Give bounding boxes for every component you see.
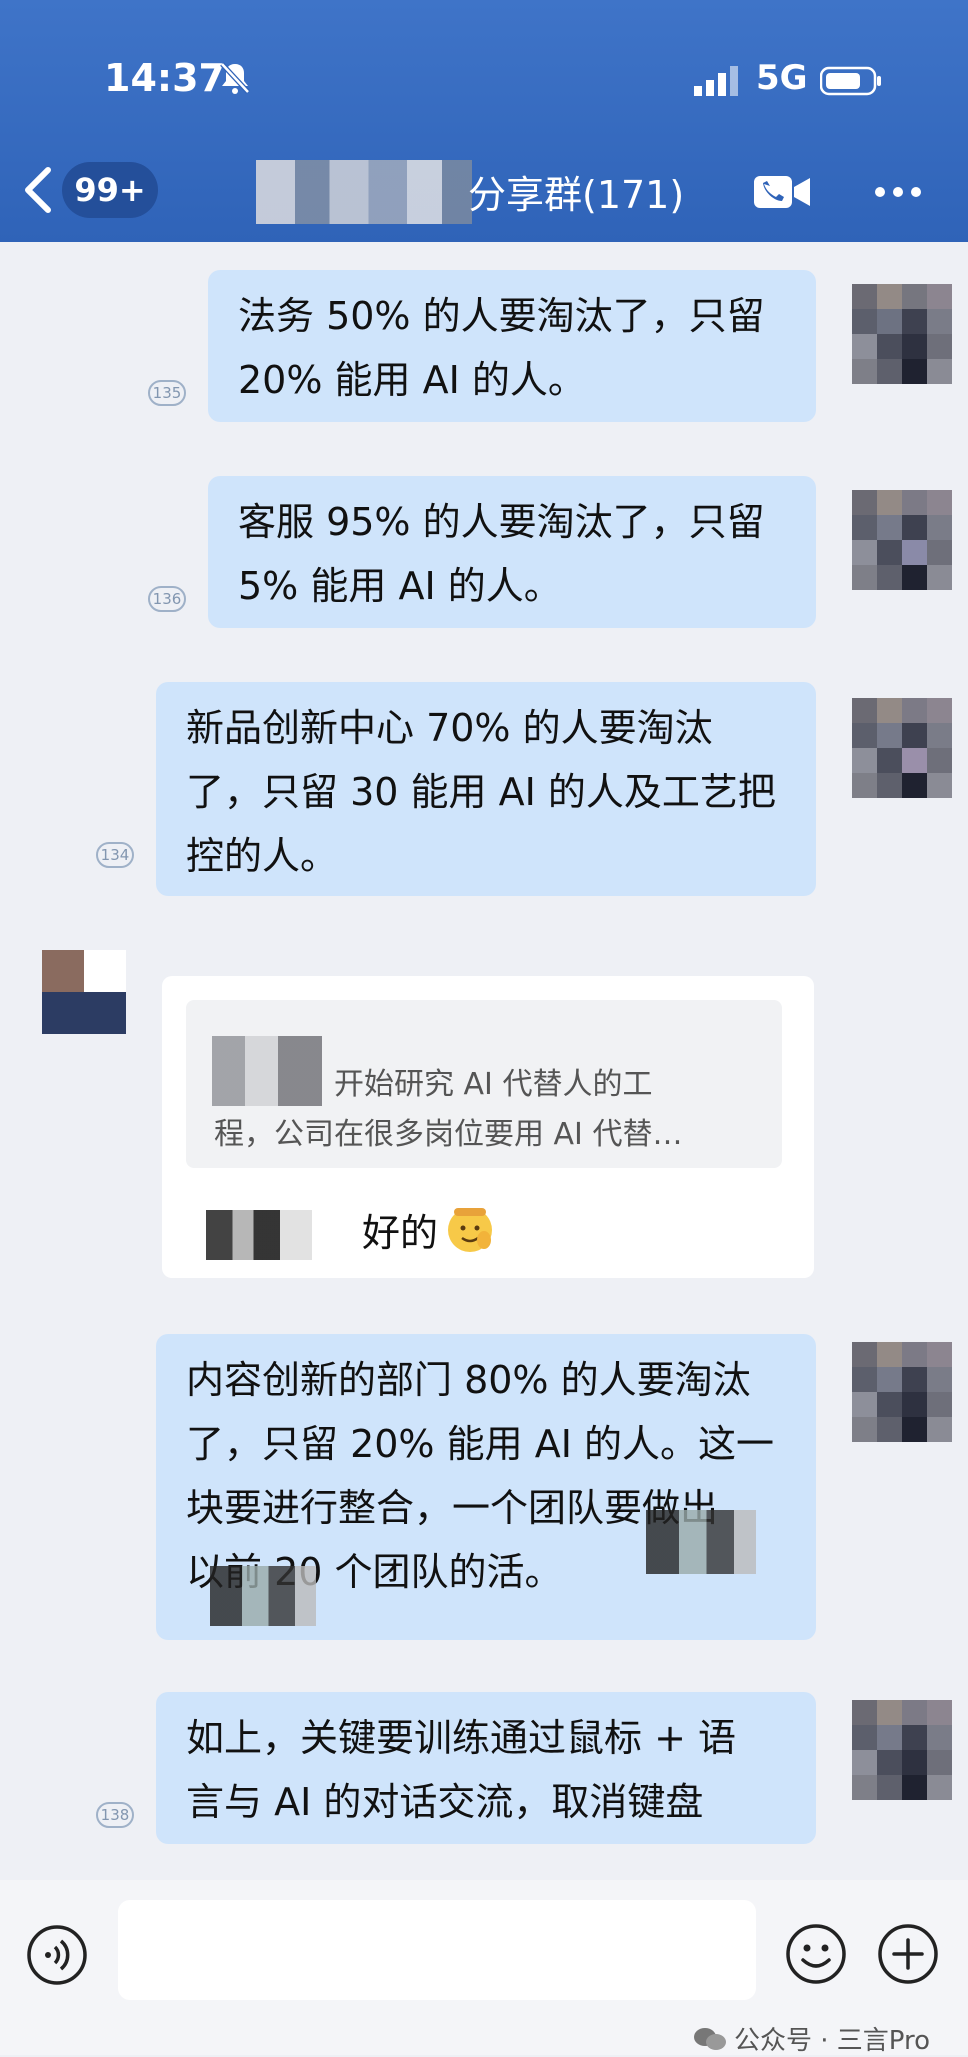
sender-avatar[interactable]: [852, 698, 952, 798]
message-input[interactable]: [118, 1900, 756, 2000]
status-time: 14:37: [104, 56, 225, 100]
message-line: 言与 AI 的对话交流，取消键盘: [186, 1780, 704, 1824]
read-count-badge[interactable]: 135: [148, 380, 186, 406]
message-line: 了，只留 20% 能用 AI 的人。这一: [186, 1422, 774, 1466]
read-count-badge[interactable]: 134: [96, 842, 134, 868]
mention-blur: [206, 1210, 312, 1260]
watermark-text: 公众号 · 三言Pro: [734, 2026, 931, 2056]
message-bubble[interactable]: 法务 50% 的人要淘汰了，只留 20% 能用 AI 的人。: [208, 270, 816, 422]
emoji-icon[interactable]: [784, 1922, 848, 1986]
message-line: 如上，关键要训练通过鼠标 + 语: [186, 1716, 736, 1760]
unread-count-badge[interactable]: 99+: [62, 162, 158, 218]
read-count-badge[interactable]: 138: [96, 1802, 134, 1828]
mention-blur: [210, 1566, 316, 1626]
quoted-message[interactable]: 开始研究 AI 代替人的工 程，公司在很多岗位要用 AI 代替…: [186, 1000, 782, 1168]
salute-emoji-icon: [448, 1208, 492, 1252]
mute-bell-icon: [220, 62, 250, 94]
quoted-line: 开始研究 AI 代替人的工: [334, 1067, 653, 1102]
mention-blur: [646, 1510, 756, 1574]
message-line: 20% 能用 AI 的人。: [238, 358, 586, 402]
group-name: 分享群(171): [468, 173, 685, 217]
quoted-text: 开始研究 AI 代替人的工 程，公司在很多岗位要用 AI 代替…: [214, 1060, 774, 1160]
message-line: 控的人。: [186, 834, 339, 878]
message-line: 客服 95% 的人要淘汰了，只留: [238, 500, 765, 544]
wechat-icon: [694, 2028, 726, 2050]
read-count-badge[interactable]: 136: [148, 586, 186, 612]
message-line: 内容创新的部门 80% 的人要淘汰: [186, 1358, 751, 1402]
network-type: 5G: [756, 58, 808, 98]
video-call-icon[interactable]: [752, 172, 812, 212]
battery-icon: [820, 66, 881, 96]
reply-text: 好的: [362, 1211, 439, 1255]
message-bubble[interactable]: 客服 95% 的人要淘汰了，只留 5% 能用 AI 的人。: [208, 476, 816, 628]
sender-avatar[interactable]: [852, 490, 952, 590]
message-bubble[interactable]: 如上，关键要训练通过鼠标 + 语 言与 AI 的对话交流，取消键盘: [156, 1692, 816, 1844]
sender-avatar[interactable]: [852, 284, 952, 384]
sender-avatar[interactable]: [852, 1342, 952, 1442]
message-line: 了，只留 30 能用 AI 的人及工艺把: [186, 770, 776, 814]
message-bubble[interactable]: 新品创新中心 70% 的人要淘汰 了，只留 30 能用 AI 的人及工艺把 控的…: [156, 682, 816, 896]
add-attachment-icon[interactable]: [876, 1922, 940, 1986]
voice-input-icon[interactable]: [26, 1924, 88, 1986]
sender-avatar[interactable]: [852, 1700, 952, 1800]
quoted-line: 程，公司在很多岗位要用 AI 代替…: [214, 1117, 683, 1152]
more-options-icon[interactable]: [868, 172, 928, 212]
message-line: 5% 能用 AI 的人。: [238, 564, 562, 608]
group-name-blur: [256, 160, 472, 224]
chat-header: 14:37 5G 99+ 分享群(171): [0, 0, 968, 242]
reply-message-card[interactable]: 开始研究 AI 代替人的工 程，公司在很多岗位要用 AI 代替… 好的: [162, 976, 814, 1278]
message-line: 新品创新中心 70% 的人要淘汰: [186, 706, 713, 750]
back-chevron-icon[interactable]: [18, 160, 58, 220]
signal-icon: [694, 66, 738, 96]
sender-avatar[interactable]: [42, 950, 126, 1034]
message-line: 法务 50% 的人要淘汰了，只留: [238, 294, 765, 338]
